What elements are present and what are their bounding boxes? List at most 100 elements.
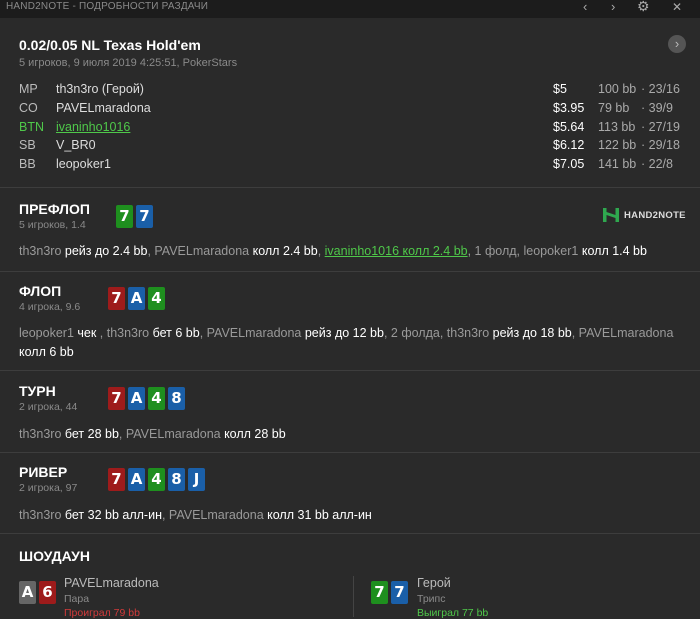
board-cards: 7A48	[108, 387, 185, 410]
action-text: рейз до 12 bb	[304, 326, 384, 340]
player-stats: · 27/19	[641, 120, 680, 134]
card: 7	[108, 287, 125, 310]
card: A	[128, 387, 145, 410]
street-subtitle: 4 игрока, 9.6	[19, 301, 81, 313]
action-player-text[interactable]: , 1 фолд, leopoker1	[468, 244, 582, 258]
hand-subtitle: 5 игроков, 9 июля 2019 4:25:51, PokerSta…	[19, 57, 238, 69]
action-text: колл 1.4 bb	[581, 244, 647, 258]
player-name[interactable]: PAVELmaradona	[56, 101, 151, 115]
card: 7	[136, 205, 153, 228]
action-text: колл 2.4 bb	[252, 244, 318, 258]
card: 4	[148, 468, 165, 491]
street-subtitle: 5 игроков, 1.4	[19, 219, 86, 231]
player-name[interactable]: ivaninho1016	[56, 120, 130, 134]
action-player-text[interactable]: , PAVELmaradona	[572, 326, 674, 340]
player-name[interactable]: th3n3ro (Герой)	[56, 82, 144, 96]
showdown-cards-left: A6	[19, 581, 56, 604]
card: J	[188, 468, 205, 491]
action-player-text[interactable]: , PAVELmaradona	[147, 244, 252, 258]
action-text: колл 6 bb	[19, 345, 74, 359]
showdown-title: ШОУДАУН	[19, 548, 90, 564]
action-player-text[interactable]: , 2 фолда, th3n3ro	[384, 326, 493, 340]
action-player-text[interactable]: leopoker1	[19, 326, 77, 340]
action-player-text[interactable]: , PAVELmaradona	[200, 326, 305, 340]
action-text: колл 28 bb	[224, 427, 286, 441]
showdown-hand-rank: Пара	[64, 593, 90, 605]
player-name[interactable]: leopoker1	[56, 157, 111, 171]
player-stack-bb: 113 bb	[598, 120, 636, 134]
player-stack-bb: 79 bb	[598, 101, 630, 115]
street-subtitle: 2 игрока, 97	[19, 482, 78, 494]
action-player-text[interactable]: , PAVELmaradona	[162, 508, 267, 522]
card: 7	[108, 468, 125, 491]
hand2note-logo-icon	[602, 206, 620, 224]
action-text: колл 31 bb алл-ин	[267, 508, 372, 522]
action-player-text[interactable]: th3n3ro	[19, 508, 65, 522]
action-player-text[interactable]: th3n3ro	[19, 427, 65, 441]
action-text: бет 32 bb алл-ин	[64, 508, 162, 522]
street-title: ФЛОП	[19, 283, 62, 299]
window-title: HAND2NOTE - ПОДРОБНОСТИ РАЗДАЧИ	[6, 1, 209, 12]
card: 8	[168, 387, 185, 410]
title-bar: HAND2NOTE - ПОДРОБНОСТИ РАЗДАЧИ ‹ › ⚙ ✕	[0, 0, 700, 18]
street-title: ТУРН	[19, 383, 56, 399]
showdown-cards-right: 77	[371, 581, 408, 604]
card: 7	[391, 581, 408, 604]
chevron-right-icon[interactable]: ›	[611, 0, 616, 14]
card: 6	[39, 581, 56, 604]
highlighted-player-action[interactable]: ivaninho1016 колл 2.4 bb	[325, 244, 468, 258]
close-icon[interactable]: ✕	[672, 0, 682, 14]
street-title: РИВЕР	[19, 464, 68, 480]
showdown-hand-rank: Трипс	[417, 593, 446, 605]
player-stack: $3.95	[553, 101, 585, 115]
card: 8	[168, 468, 185, 491]
player-stack: $5.64	[553, 120, 585, 134]
action-player-text[interactable]: , PAVELmaradona	[119, 427, 224, 441]
player-name[interactable]: V_BR0	[56, 138, 96, 152]
action-text: рейз до 18 bb	[492, 326, 572, 340]
player-stack-bb: 122 bb	[598, 138, 637, 152]
action-player-text[interactable]: , th3n3ro	[96, 326, 152, 340]
showdown-result: Выиграл 77 bb	[417, 607, 489, 619]
divider	[0, 187, 700, 188]
showdown-player-name[interactable]: Герой	[417, 576, 451, 590]
showdown-result: Проиграл 79 bb	[64, 607, 140, 619]
action-line: th3n3ro бет 28 bb, PAVELmaradona колл 28…	[19, 425, 689, 444]
hand2note-logo: HAND2NOTE	[602, 206, 686, 224]
action-text: бет 28 bb	[64, 427, 119, 441]
board-cards: 7A48J	[108, 468, 205, 491]
action-player-text[interactable]: ,	[318, 244, 325, 258]
player-row: CO PAVELmaradona $3.95 79 bb · 39/9	[0, 101, 700, 120]
player-stats: · 29/18	[641, 138, 680, 152]
player-position: CO	[19, 101, 38, 115]
card: 7	[371, 581, 388, 604]
player-stats: · 39/9	[641, 101, 673, 115]
player-stack: $6.12	[553, 138, 585, 152]
card: A	[19, 581, 36, 604]
player-stack-bb: 141 bb	[598, 157, 637, 171]
divider	[0, 370, 700, 371]
player-row: SB V_BR0 $6.12 122 bb · 29/18	[0, 138, 700, 157]
player-stack: $5	[553, 82, 567, 96]
card: 4	[148, 387, 165, 410]
card: 7	[116, 205, 133, 228]
showdown-player-name[interactable]: PAVELmaradona	[64, 576, 159, 590]
action-text: чек	[77, 326, 97, 340]
player-stack: $7.05	[553, 157, 585, 171]
player-stack-bb: 100 bb	[598, 82, 637, 96]
player-position: BB	[19, 157, 36, 171]
next-hand-button[interactable]: ›	[668, 35, 686, 53]
hand-title: 0.02/0.05 NL Texas Hold'em	[19, 37, 201, 53]
chevron-right-icon: ›	[674, 36, 680, 51]
chevron-left-icon[interactable]: ‹	[583, 0, 588, 14]
action-player-text[interactable]: th3n3ro	[19, 244, 65, 258]
showdown-separator	[353, 576, 354, 617]
player-stats: · 22/8	[641, 157, 673, 171]
board-cards: 7A4	[108, 287, 165, 310]
divider	[0, 452, 700, 453]
gear-icon[interactable]: ⚙	[637, 0, 650, 15]
action-text: бет 6 bb	[152, 326, 200, 340]
player-position: BTN	[19, 120, 44, 134]
player-row: BTN ivaninho1016 $5.64 113 bb · 27/19	[0, 120, 700, 139]
board-cards: 77	[116, 205, 153, 228]
